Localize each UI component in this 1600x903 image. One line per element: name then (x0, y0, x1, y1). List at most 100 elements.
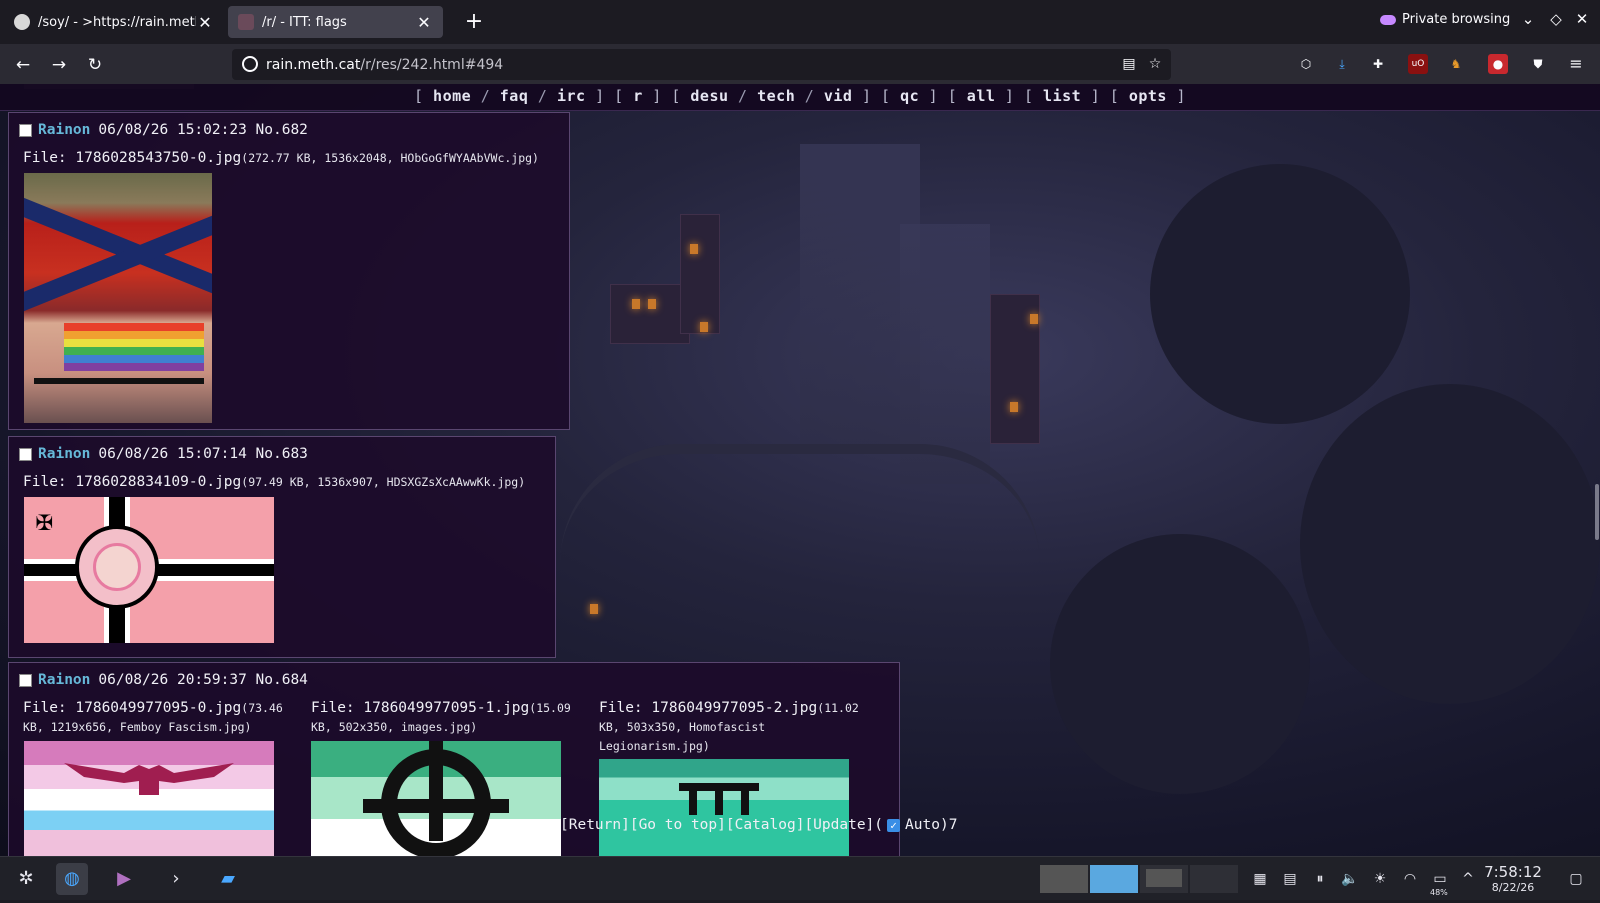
private-browsing-label: Private browsing (1402, 12, 1511, 27)
extension-shield-icon[interactable]: ⛊ (1528, 54, 1548, 74)
image-thumbnail[interactable]: ✠ (24, 497, 274, 643)
url-bar[interactable]: rain.meth.cat/r/res/242.html#494 ▤ ☆ (232, 49, 1171, 80)
virtual-desktop-4[interactable] (1190, 865, 1238, 893)
tab-flags[interactable]: /r/ - ITT: flags ✕ (228, 6, 443, 38)
media-player-icon[interactable]: ▶ (108, 863, 140, 895)
file-link[interactable]: 1786049977095-1.jpg (363, 700, 529, 716)
legion-cross-bar (741, 785, 749, 815)
nav-link-r[interactable]: r (633, 87, 643, 105)
image-thumbnail[interactable] (599, 759, 849, 856)
terminal-icon[interactable]: › (160, 863, 192, 895)
clipboard-icon[interactable]: ▤ (1280, 869, 1300, 889)
grid-tray-icon[interactable]: ▦ (1250, 869, 1270, 889)
image-thumbnail[interactable] (24, 173, 212, 423)
nav-link-vid[interactable]: vid (824, 87, 853, 105)
background-tree (1300, 384, 1600, 704)
post-header: Rainon 06/08/26 20:59:37 No.684 (19, 672, 308, 688)
anime-face (93, 543, 141, 591)
post-select-checkbox[interactable] (19, 673, 32, 687)
nav-link-list[interactable]: list (1043, 87, 1081, 105)
close-tab-icon[interactable]: ✕ (196, 13, 214, 32)
post-header: Rainon 06/08/26 15:02:23 No.682 (19, 122, 308, 138)
media-pause-icon[interactable]: ⏸ (1310, 869, 1330, 889)
post-select-checkbox[interactable] (19, 123, 32, 137)
new-tab-button[interactable]: + (460, 8, 488, 36)
extension-fox-icon[interactable]: ♞ (1446, 54, 1466, 74)
brightness-icon[interactable]: ☀ (1370, 869, 1390, 889)
thumbnail-detail (64, 347, 204, 355)
image-thumbnail[interactable] (24, 741, 274, 856)
volume-icon[interactable]: 🔈 (1340, 869, 1360, 889)
file-info: File: 1786028834109-0.jpg(97.49 KB, 1536… (23, 473, 525, 492)
go-to-top-link[interactable]: [Go to top] (630, 817, 726, 833)
update-link[interactable]: [Update] (804, 817, 874, 833)
nav-link-tech[interactable]: tech (757, 87, 795, 105)
site-security-icon[interactable] (242, 56, 258, 72)
nav-link-home[interactable]: home (433, 87, 471, 105)
downloads-icon[interactable]: ⤓ (1332, 54, 1352, 74)
post-number[interactable]: No.684 (256, 672, 308, 688)
close-tab-icon[interactable]: ✕ (415, 13, 433, 32)
post-select-checkbox[interactable] (19, 447, 32, 461)
page-scrollbar[interactable] (1595, 484, 1599, 540)
nav-link-irc[interactable]: irc (557, 87, 586, 105)
battery-icon[interactable]: ▭ 48% (1430, 869, 1450, 897)
show-desktop-icon[interactable]: ▢ (1566, 869, 1586, 889)
bookmark-star-icon[interactable]: ☆ (1146, 56, 1164, 74)
catalog-link[interactable]: [Catalog] (726, 817, 805, 833)
file-info: File: 1786049977095-2.jpg(11.02 KB, 503x… (599, 699, 875, 756)
list-tabs-chevron-icon[interactable]: ⌄ (1518, 10, 1538, 32)
minimize-diamond-icon[interactable]: ◇ (1546, 10, 1566, 32)
close-window-icon[interactable]: ✕ (1572, 10, 1592, 32)
virtual-desktop-2[interactable] (1090, 865, 1138, 893)
poster-name: Rainon (38, 122, 91, 138)
pocket-icon[interactable]: ⬡ (1296, 54, 1316, 74)
nav-link-faq[interactable]: faq (500, 87, 529, 105)
post-683: Rainon 06/08/26 15:07:14 No.683 File: 17… (8, 436, 556, 658)
reader-view-icon[interactable]: ▤ (1120, 56, 1138, 74)
background-bridge (560, 444, 1040, 564)
auto-update-checkbox[interactable]: ✓ (887, 818, 901, 832)
file-link[interactable]: 1786049977095-2.jpg (651, 700, 817, 716)
post-number[interactable]: No.683 (256, 446, 308, 462)
file-meta: (97.49 KB, 1536x907, HDSXGZsXcAAwwKk.jpg… (241, 475, 526, 489)
extensions-puzzle-icon[interactable]: ✚ (1368, 54, 1388, 74)
background-window-light (1030, 314, 1038, 324)
virtual-desktop-1[interactable] (1040, 865, 1088, 893)
tab-title: /r/ - ITT: flags (262, 14, 347, 30)
file-label: File: (311, 700, 364, 716)
battery-percent: 48% (1430, 888, 1448, 897)
thumbnail-detail (64, 355, 204, 363)
file-manager-icon[interactable]: ▰ (212, 863, 244, 895)
reload-icon[interactable]: ↻ (82, 52, 108, 78)
file-link[interactable]: 1786028834109-0.jpg (75, 474, 241, 490)
hamburger-menu-icon[interactable]: ≡ (1566, 54, 1586, 74)
app-launcher-icon[interactable]: ✲ (10, 863, 42, 895)
nav-link-opts[interactable]: opts (1129, 87, 1167, 105)
extension-red-icon[interactable]: ● (1488, 54, 1508, 74)
back-arrow-icon[interactable]: ← (10, 52, 36, 78)
background-tower (680, 214, 720, 334)
post-number[interactable]: No.682 (256, 122, 308, 138)
post-date: 06/08/26 20:59:37 (98, 672, 247, 688)
browser-app-icon[interactable]: ◍ (56, 863, 88, 895)
image-thumbnail[interactable] (311, 741, 561, 856)
return-link[interactable]: [Return] (560, 817, 630, 833)
clock[interactable]: 7:58:12 8/22/26 (1468, 863, 1558, 894)
thumbnail-detail (64, 331, 204, 339)
nav-link-desu[interactable]: desu (690, 87, 728, 105)
private-browsing-indicator: Private browsing (1380, 12, 1510, 27)
forward-arrow-icon[interactable]: → (46, 52, 72, 78)
background-window-light (690, 244, 698, 254)
ublock-origin-icon[interactable]: uO (1408, 54, 1428, 74)
file-link[interactable]: 1786049977095-0.jpg (75, 700, 241, 716)
wifi-icon[interactable]: ◠ (1400, 869, 1420, 889)
file-link[interactable]: 1786028543750-0.jpg (75, 150, 241, 166)
virtual-desktop-3[interactable] (1140, 865, 1188, 893)
clock-date: 8/22/26 (1491, 881, 1535, 894)
tab-soy[interactable]: /soy/ - >https://rain.meth.c ✕ (4, 6, 224, 38)
nav-link-all[interactable]: all (967, 87, 996, 105)
tab-title: /soy/ - >https://rain.meth.c (38, 14, 196, 30)
nav-link-qc[interactable]: qc (900, 87, 919, 105)
clock-time: 7:58:12 (1484, 863, 1542, 881)
